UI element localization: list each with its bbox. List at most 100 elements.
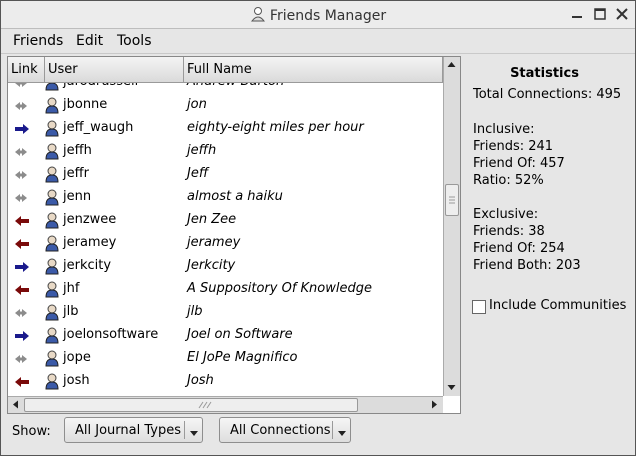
statistics-title: Statistics — [510, 66, 579, 81]
table-row[interactable]: jeramey jeramey — [8, 232, 441, 255]
left-arrow-icon — [14, 215, 30, 231]
chevron-down-icon — [337, 427, 347, 442]
fullname-cell: Joel on Software — [187, 327, 293, 342]
double-arrow-icon — [14, 146, 30, 162]
user-icon — [45, 189, 59, 210]
fullname-cell: jlb — [187, 304, 203, 319]
column-header-fullname[interactable]: Full Name — [184, 57, 443, 83]
table-row[interactable]: jbonne jon — [8, 94, 441, 117]
user-cell: jbonne — [63, 97, 108, 112]
stat-exclusive-both: Friend Both: 203 — [473, 258, 581, 273]
scroll-thumb[interactable] — [445, 184, 459, 216]
user-icon — [45, 143, 59, 164]
fullname-cell: Jerkcity — [187, 258, 236, 273]
title-bar[interactable]: Friends Manager — [1, 1, 635, 29]
table-row[interactable]: josh Josh — [8, 370, 441, 393]
right-arrow-icon — [14, 123, 30, 139]
table-row[interactable]: jeffh jeffh — [8, 140, 441, 163]
user-cell: josh — [63, 373, 90, 388]
user-icon — [45, 327, 59, 348]
chevron-down-icon — [189, 427, 199, 442]
table-row[interactable]: jlb jlb — [8, 301, 441, 324]
user-cell: jenn — [63, 189, 92, 204]
table-row[interactable]: joelonsoftware Joel on Software — [8, 324, 441, 347]
menu-tools[interactable]: Tools — [117, 33, 152, 49]
table-row[interactable]: jerkcity Jerkcity — [8, 255, 441, 278]
user-icon — [45, 235, 59, 256]
user-cell: jhf — [63, 281, 80, 296]
table-row[interactable]: jenzwee Jen Zee — [8, 209, 441, 232]
hscroll-thumb[interactable] — [24, 398, 358, 412]
app-icon — [250, 6, 266, 26]
minimize-button[interactable] — [569, 6, 585, 22]
table-row[interactable]: jenn almost a haiku — [8, 186, 441, 209]
right-arrow-icon — [14, 330, 30, 346]
menu-bar: Friends Edit Tools — [1, 29, 635, 54]
double-arrow-icon — [14, 83, 30, 93]
user-cell: jope — [63, 350, 91, 365]
statistics-panel: Statistics Total Connections: 495 Inclus… — [462, 56, 634, 412]
show-label: Show: — [12, 424, 51, 439]
maximize-button[interactable] — [592, 6, 608, 22]
user-icon — [45, 373, 59, 394]
double-arrow-icon — [14, 192, 30, 208]
friends-rows: jarodrussell Andrew Burton jbonne jon jeff_w… — [8, 83, 441, 396]
double-arrow-icon — [14, 307, 30, 323]
fullname-cell: Andrew Burton — [187, 83, 284, 89]
journal-types-dropdown[interactable]: All Journal Types — [64, 417, 203, 443]
left-arrow-icon — [14, 376, 30, 392]
fullname-cell: Jeff — [187, 166, 209, 181]
fullname-cell: jeramey — [187, 235, 241, 250]
table-row[interactable]: jope El JoPe Magnifico — [8, 347, 441, 370]
fullname-cell: Josh — [187, 373, 214, 388]
scroll-down-icon[interactable] — [445, 381, 458, 398]
stat-exclusive-friend-of: Friend Of: 254 — [473, 241, 565, 256]
friends-manager-window: Friends Manager Friends Edit Tools Link … — [0, 0, 636, 456]
stat-inclusive-friend-of: Friend Of: 457 — [473, 156, 565, 171]
fullname-cell: jeffh — [187, 143, 217, 158]
user-cell: joelonsoftware — [63, 327, 159, 342]
close-button[interactable] — [614, 6, 630, 22]
left-arrow-icon — [14, 284, 30, 300]
user-cell: jeffh — [63, 143, 92, 158]
vertical-scrollbar[interactable] — [443, 57, 460, 396]
column-header-user[interactable]: User — [45, 57, 184, 83]
left-arrow-icon — [14, 238, 30, 254]
double-arrow-icon — [14, 100, 30, 116]
menu-friends[interactable]: Friends — [13, 33, 63, 49]
user-icon — [45, 258, 59, 279]
filter-bar: Show: All Journal Types All Connections — [1, 413, 635, 453]
user-cell: jenzwee — [63, 212, 117, 227]
fullname-cell: eighty-eight miles per hour — [187, 120, 364, 135]
horizontal-scrollbar[interactable] — [8, 396, 443, 413]
menu-edit[interactable]: Edit — [76, 33, 103, 49]
scroll-up-icon[interactable] — [445, 58, 458, 75]
scroll-right-icon[interactable] — [428, 398, 441, 413]
fullname-cell: Jen Zee — [187, 212, 237, 227]
stat-inclusive-friends: Friends: 241 — [473, 139, 554, 154]
connections-dropdown[interactable]: All Connections — [219, 417, 351, 443]
table-row[interactable]: jeff_waugh eighty-eight miles per hour — [8, 117, 441, 140]
connections-value: All Connections — [230, 423, 331, 438]
friends-list[interactable]: Link User Full Name jarodrussell Andrew B… — [7, 56, 461, 414]
user-cell: jeff_waugh — [63, 120, 134, 135]
user-cell: jeffr — [63, 166, 89, 181]
user-icon — [45, 166, 59, 187]
user-icon — [45, 212, 59, 233]
table-row[interactable]: jeffr Jeff — [8, 163, 441, 186]
user-icon — [45, 281, 59, 302]
double-arrow-icon — [14, 169, 30, 185]
include-communities-label[interactable]: Include Communities — [489, 298, 626, 313]
table-row[interactable]: jarodrussell Andrew Burton — [8, 83, 441, 94]
user-cell: jarodrussell — [63, 83, 138, 89]
double-arrow-icon — [14, 353, 30, 369]
user-cell: jlb — [63, 304, 79, 319]
fullname-cell: jon — [187, 97, 207, 112]
column-header-link[interactable]: Link — [8, 57, 45, 83]
window-title: Friends Manager — [269, 8, 387, 24]
user-cell: jeramey — [63, 235, 117, 250]
include-communities-checkbox[interactable] — [472, 300, 486, 314]
stat-inclusive-header: Inclusive: — [473, 122, 535, 137]
table-row[interactable]: jhf A Suppository Of Knowledge — [8, 278, 441, 301]
scroll-left-icon[interactable] — [9, 398, 22, 413]
